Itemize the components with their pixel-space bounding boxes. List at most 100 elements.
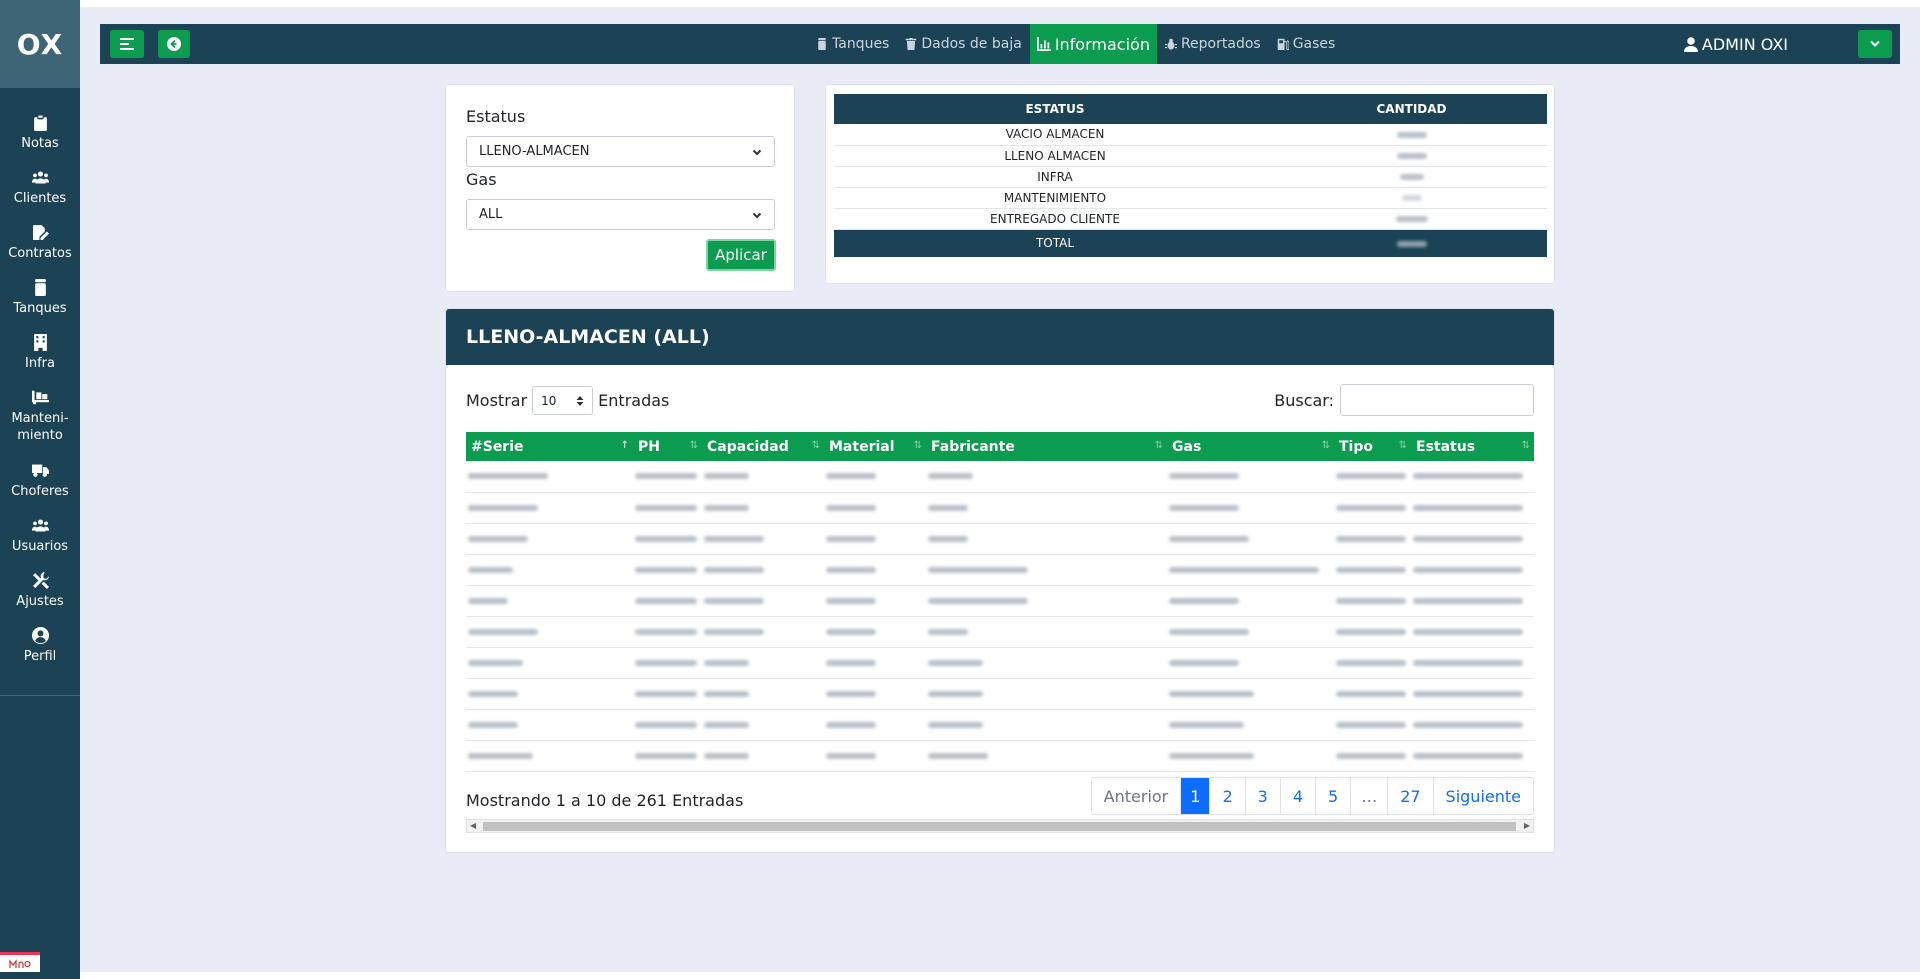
col-label: #Serie: [471, 438, 524, 455]
table-cell-redacted: [1167, 740, 1334, 772]
table-cell-redacted: [466, 740, 633, 772]
table-row[interactable]: [466, 585, 1534, 617]
truck-icon: [31, 464, 49, 477]
table-cell-redacted: [466, 678, 633, 710]
user-dropdown-button[interactable]: [1858, 30, 1892, 58]
sidebar-item-notas[interactable]: Notas: [0, 114, 80, 169]
estatus-label: Estatus: [466, 107, 526, 126]
summary-header-estatus: ESTATUS: [834, 94, 1276, 124]
sidebar-item-contratos[interactable]: Contratos: [0, 224, 80, 279]
sort-asc-icon: ↑: [620, 440, 629, 451]
table-cell-redacted: [824, 678, 926, 710]
app-badge-icon[interactable]: [0, 952, 40, 972]
table-row[interactable]: [466, 740, 1534, 772]
table-cell-redacted: [1334, 554, 1411, 586]
sidebar-item-ajustes[interactable]: Ajustes: [0, 572, 80, 627]
sidebar-divider: [0, 695, 80, 696]
table-cell-redacted: [466, 461, 633, 493]
col-gas[interactable]: Gas ⇅: [1167, 432, 1334, 461]
summary-row: MANTENIMIENTO: [834, 187, 1547, 209]
sort-icon: ⇅: [811, 440, 820, 451]
nav-reportados[interactable]: Reportados: [1157, 24, 1269, 64]
pagination-page[interactable]: 1: [1180, 778, 1210, 814]
nav-dados-de-baja[interactable]: Dados de baja: [897, 24, 1029, 64]
pagination-next[interactable]: Siguiente: [1432, 778, 1533, 814]
col-label: PH: [638, 438, 660, 455]
gas-select[interactable]: ALL: [466, 199, 775, 230]
pagination-page[interactable]: 5: [1315, 778, 1350, 814]
menu-toggle-button[interactable]: [110, 30, 144, 58]
sidebar-item-clientes[interactable]: Clientes: [0, 169, 80, 224]
table-row[interactable]: [466, 554, 1534, 586]
clipboard-icon: [33, 115, 47, 131]
table-cell-redacted: [1411, 709, 1534, 741]
table-cell-redacted: [466, 616, 633, 648]
table-row[interactable]: [466, 709, 1534, 741]
scroll-right-icon[interactable]: ▶: [1524, 821, 1530, 830]
back-button[interactable]: [158, 30, 190, 58]
sidebar-item-usuarios[interactable]: Usuarios: [0, 517, 80, 572]
user-group-icon: [31, 519, 49, 532]
pagination-page[interactable]: 2: [1209, 778, 1244, 814]
sidebar-item-perfil[interactable]: Perfil: [0, 627, 80, 682]
pagination-page[interactable]: 27: [1387, 778, 1432, 814]
entries-length-select[interactable]: 10: [532, 386, 594, 415]
sidebar-item-label: Notas: [21, 136, 59, 151]
align-left-icon: [120, 38, 134, 50]
pagination-page[interactable]: 3: [1244, 778, 1280, 814]
table-cell-redacted: [824, 647, 926, 679]
table-row[interactable]: [466, 461, 1534, 493]
horizontal-scrollbar[interactable]: ◀ ▶: [466, 819, 1534, 833]
summary-status: VACIO ALMACEN: [834, 124, 1276, 146]
scroll-left-icon[interactable]: ◀: [470, 821, 476, 830]
apply-button[interactable]: Aplicar: [706, 239, 776, 271]
col-fabricante[interactable]: Fabricante ⇅: [926, 432, 1167, 461]
table-cell-redacted: [466, 647, 633, 679]
sidebar-item-choferes[interactable]: Choferes: [0, 462, 80, 517]
table-cell-redacted: [1411, 554, 1534, 586]
col-capacidad[interactable]: Capacidad ⇅: [702, 432, 824, 461]
sort-icon: ⇅: [1321, 440, 1330, 451]
pagination-prev[interactable]: Anterior: [1092, 778, 1181, 814]
tools-icon: [32, 572, 49, 589]
building-icon: [33, 334, 47, 351]
table-row[interactable]: [466, 523, 1534, 555]
brand-logo[interactable]: OX: [0, 0, 80, 88]
gas-label: Gas: [466, 170, 497, 189]
nav-informacion[interactable]: Información: [1029, 24, 1157, 64]
user-menu[interactable]: ADMIN OXI: [1683, 24, 1788, 64]
nav-gases[interactable]: Gases: [1269, 24, 1344, 64]
table-cell-redacted: [466, 523, 633, 555]
table-row[interactable]: [466, 616, 1534, 648]
col-ph[interactable]: PH ⇅: [633, 432, 702, 461]
col-serie[interactable]: #Serie ↑: [466, 432, 633, 461]
table-cell-redacted: [633, 461, 702, 493]
table-cell-redacted: [1411, 616, 1534, 648]
estatus-select[interactable]: LLENO-ALMACEN: [466, 136, 775, 167]
summary-table: ESTATUS CANTIDAD VACIO ALMACEN LLENO ALM…: [834, 94, 1547, 257]
table-cell-redacted: [1334, 678, 1411, 710]
sidebar-item-infra[interactable]: Infra: [0, 334, 80, 389]
scrollbar-thumb[interactable]: [483, 822, 1516, 831]
table-row[interactable]: [466, 647, 1534, 679]
col-material[interactable]: Material ⇅: [824, 432, 926, 461]
pagination-page[interactable]: 4: [1279, 778, 1315, 814]
table-cell-redacted: [1334, 740, 1411, 772]
col-label: Material: [829, 438, 895, 455]
users-icon: [31, 171, 49, 184]
table-cell-redacted: [702, 678, 824, 710]
search-input[interactable]: [1340, 384, 1534, 416]
col-estatus[interactable]: Estatus ⇅: [1411, 432, 1534, 461]
entries-label: Entradas: [598, 391, 670, 410]
table-row[interactable]: [466, 492, 1534, 524]
col-tipo[interactable]: Tipo ⇅: [1334, 432, 1411, 461]
summary-count-redacted: [1276, 187, 1547, 209]
sidebar-item-mantenimiento[interactable]: Manteni- miento: [0, 389, 80, 462]
sidebar-item-tanques[interactable]: Tanques: [0, 279, 80, 334]
table-cell-redacted: [1167, 678, 1334, 710]
search-control: Buscar:: [1274, 384, 1534, 416]
chevron-down-icon: [752, 212, 762, 218]
sidebar-item-label: Perfil: [23, 649, 57, 664]
nav-tanques[interactable]: Tanques: [808, 24, 897, 64]
table-row[interactable]: [466, 678, 1534, 710]
